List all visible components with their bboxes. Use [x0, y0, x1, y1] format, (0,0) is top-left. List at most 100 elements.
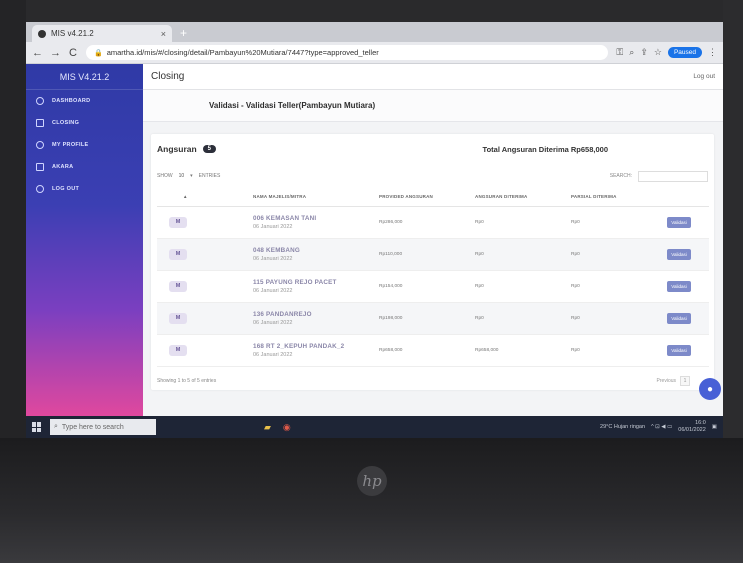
column-header[interactable]: ANGSURAN DITERIMA [475, 188, 571, 207]
grid-icon [36, 163, 44, 171]
zoom-icon[interactable]: ⌕ [629, 47, 634, 58]
table-info: Showing 1 to 5 of 5 entries [157, 378, 217, 384]
app-container: MIS V4.21.2 DASHBOARD CLOSING MY PROFILE… [26, 64, 723, 416]
sidebar-brand: MIS V4.21.2 [26, 64, 143, 90]
angsuran-table: ▲ NAMA MAJELIS/MITRA PROVIDED ANGSURAN A… [157, 188, 709, 367]
parsial-diterima: Rp0 [571, 238, 667, 271]
entries-select[interactable]: 10 [179, 173, 185, 179]
system-tray: 29°C Hujan ringan ^ ⊡ ◀ ▭ 16:0 06/01/202… [600, 420, 717, 434]
column-header[interactable]: NAMA MAJELIS/MITRA [253, 188, 379, 207]
validasi-button[interactable]: Validasi [667, 216, 691, 228]
validasi-button[interactable]: Validasi [667, 312, 691, 324]
tab-close-icon[interactable]: × [161, 29, 166, 39]
sidebar-item-label: DASHBOARD [52, 98, 91, 104]
majelis-date: 06 Januari 2022 [253, 287, 293, 294]
validasi-button[interactable]: Validasi [667, 248, 691, 260]
majelis-name: 048 KEMBANG [253, 246, 300, 254]
provided-angsuran: Rp154,000 [379, 270, 475, 303]
sidebar-item-closing[interactable]: CLOSING [26, 112, 143, 134]
search-group: SEARCH: [609, 170, 708, 182]
favicon-icon [38, 29, 46, 38]
majelis-badge: M [169, 312, 187, 324]
total-angsuran: Total Angsuran Diterima Rp658,000 [482, 144, 608, 154]
sort-icon: ▲ [183, 194, 188, 200]
browser-tab-bar: MIS v4.21.2 × + [26, 22, 723, 42]
provided-angsuran: Rp286,000 [379, 206, 475, 239]
majelis-date: 06 Januari 2022 [253, 351, 293, 358]
parsial-diterima: Rp0 [571, 334, 667, 367]
taskbar-search[interactable]: ⌕ Type here to search [50, 419, 156, 435]
column-header[interactable]: PROVIDED ANGSURAN [379, 188, 475, 207]
provided-angsuran: Rp198,000 [379, 302, 475, 335]
user-icon [36, 141, 44, 149]
table-row: M 168 RT 2_KEPUH PANDAK_2 06 Januari 2022… [157, 334, 709, 367]
card-header: Angsuran 5 Total Angsuran Diterima Rp658… [151, 134, 714, 164]
validasi-button[interactable]: Validasi [667, 344, 691, 356]
majelis-date: 06 Januari 2022 [253, 255, 293, 262]
key-icon[interactable]: ⚿ [616, 47, 623, 58]
majelis-badge: M [169, 344, 187, 356]
validasi-title: Validasi - Validasi Teller(Pambayun Muti… [209, 101, 376, 110]
sidebar-item-dashboard[interactable]: DASHBOARD [26, 90, 143, 112]
angsuran-diterima: Rp0 [475, 270, 571, 303]
provided-angsuran: Rp658,000 [379, 334, 475, 367]
sidebar-item-my-profile[interactable]: MY PROFILE [26, 134, 143, 156]
power-icon [36, 185, 44, 193]
new-tab-button[interactable]: + [180, 25, 187, 42]
page-number-button[interactable]: 1 [680, 376, 690, 386]
chat-icon[interactable]: ● [699, 378, 721, 400]
laptop-screen: MIS v4.21.2 × + ← → C 🔒 amartha.id/mis/#… [26, 22, 723, 438]
majelis-name: 006 KEMASAN TANI [253, 214, 317, 222]
address-bar[interactable]: 🔒 amartha.id/mis/#/closing/detail/Pambay… [86, 45, 609, 60]
previous-button[interactable]: Previous [657, 378, 676, 384]
notification-icon[interactable]: ▣ [712, 424, 717, 430]
menu-icon[interactable]: ⋮ [708, 47, 717, 58]
search-input[interactable] [638, 170, 708, 182]
extension-icons: ⚿ ⌕ ⇪ ☆ Paused ⋮ [616, 47, 717, 58]
show-label: SHOW [157, 173, 173, 179]
chrome-icon[interactable]: ◉ [283, 422, 291, 433]
majelis-name: 136 PANDANREJO [253, 310, 312, 318]
taskbar-apps: ▰ ◉ [264, 422, 291, 433]
search-label: SEARCH: [609, 173, 632, 179]
table-row: M 115 PAYUNG REJO PACET 06 Januari 2022 R… [157, 270, 709, 303]
profile-button[interactable]: Paused [667, 47, 702, 58]
browser-tab[interactable]: MIS v4.21.2 × [32, 25, 172, 42]
pagination: Previous 1 [657, 376, 690, 386]
parsial-diterima: Rp0 [571, 270, 667, 303]
majelis-date: 06 Januari 2022 [253, 223, 293, 230]
sort-column[interactable]: ▲ [157, 188, 253, 207]
sidebar-item-akara[interactable]: AKARA [26, 156, 143, 178]
angsuran-diterima: Rp0 [475, 302, 571, 335]
layers-icon [36, 119, 44, 127]
logout-link[interactable]: Log out [693, 73, 715, 80]
sidebar-item-label: LOG OUT [52, 186, 80, 192]
lock-icon: 🔒 [94, 49, 103, 57]
file-explorer-icon[interactable]: ▰ [264, 422, 271, 433]
clock[interactable]: 16:0 06/01/2022 [678, 420, 706, 434]
validasi-header: Validasi - Validasi Teller(Pambayun Muti… [143, 90, 723, 122]
share-icon[interactable]: ⇪ [640, 47, 648, 58]
star-icon[interactable]: ☆ [654, 47, 662, 58]
parsial-diterima: Rp0 [571, 302, 667, 335]
table-row: M 136 PANDANREJO 06 Januari 2022 Rp198,00… [157, 302, 709, 335]
table-row: M 006 KEMASAN TANI 06 Januari 2022 Rp286,… [157, 206, 709, 239]
sidebar-item-logout[interactable]: LOG OUT [26, 178, 143, 200]
tray-icons[interactable]: ^ ⊡ ◀ ▭ [651, 424, 672, 430]
angsuran-diterima: Rp0 [475, 206, 571, 239]
majelis-name: 115 PAYUNG REJO PACET [253, 278, 337, 286]
parsial-diterima: Rp0 [571, 206, 667, 239]
reload-icon[interactable]: C [68, 47, 78, 59]
column-header[interactable]: PARSIAL DITERIMA [571, 188, 667, 207]
forward-icon[interactable]: → [50, 47, 61, 59]
windows-start-icon[interactable] [32, 422, 42, 432]
weather-text[interactable]: 29°C Hujan ringan [600, 424, 645, 430]
angsuran-title: Angsuran 5 [157, 144, 217, 154]
column-header [667, 188, 709, 207]
majelis-date: 06 Januari 2022 [253, 319, 293, 326]
validasi-button[interactable]: Validasi [667, 280, 691, 292]
angsuran-label: Angsuran [157, 144, 197, 154]
back-icon[interactable]: ← [32, 47, 43, 59]
table-header-row: ▲ NAMA MAJELIS/MITRA PROVIDED ANGSURAN A… [157, 188, 709, 207]
url-text: amartha.id/mis/#/closing/detail/Pambayun… [106, 48, 379, 57]
